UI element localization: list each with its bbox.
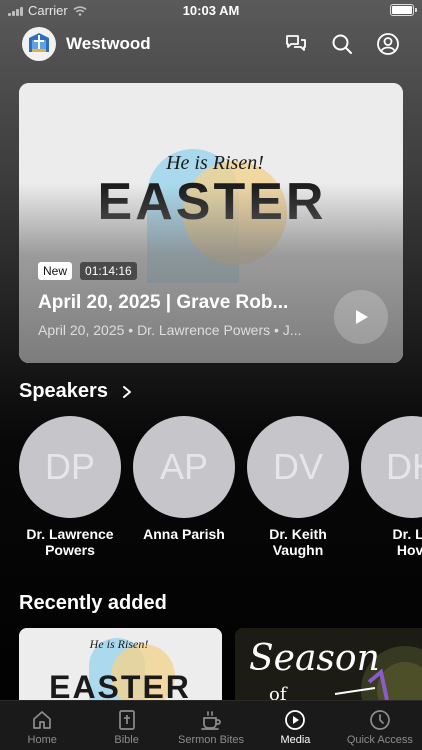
speaker-name: Dr. Lawrence Powers — [26, 526, 114, 558]
speaker-avatar: DV — [247, 416, 349, 518]
tab-quick-access[interactable]: Quick Access — [338, 701, 422, 750]
app-header: Westwood — [22, 26, 400, 62]
church-name[interactable]: Westwood — [66, 34, 151, 54]
speaker-item[interactable]: DH Dr. La Hovi — [361, 416, 422, 558]
recent-card-script: He is Risen! — [89, 637, 149, 651]
featured-sermon-card[interactable]: He is Risen! EASTER New 01:14:16 April 2… — [19, 83, 403, 363]
church-logo-icon — [29, 33, 49, 52]
profile-icon[interactable] — [376, 32, 400, 56]
tab-label: Media — [280, 734, 311, 746]
coffee-cup-icon — [201, 711, 221, 730]
duration-badge: 01:14:16 — [80, 262, 137, 280]
speaker-name: Dr. La Hovi — [392, 526, 422, 558]
recently-added-carousel[interactable]: He is Risen! EASTER Season of — [19, 628, 422, 700]
speaker-item[interactable]: DV Dr. Keith Vaughn — [247, 416, 349, 558]
recent-card[interactable]: Season of — [235, 628, 422, 700]
chevron-right-icon — [122, 385, 131, 398]
hero-badges: New 01:14:16 — [38, 262, 137, 280]
chat-icon[interactable] — [284, 32, 308, 56]
speaker-name: Anna Parish — [143, 526, 225, 542]
tab-label: Home — [27, 734, 57, 746]
speaker-avatar: AP — [133, 416, 235, 518]
status-time: 10:03 AM — [182, 3, 240, 18]
speakers-carousel[interactable]: DP Dr. Lawrence Powers AP Anna Parish DV… — [19, 416, 422, 566]
speakers-heading: Speakers — [19, 380, 108, 402]
tab-bar: Home Bible Sermon Bites Media Quick Acce… — [0, 700, 422, 750]
tab-media[interactable]: Media — [253, 701, 337, 750]
battery-icon — [390, 4, 417, 16]
tab-label: Sermon Bites — [178, 734, 245, 746]
search-icon[interactable] — [330, 32, 354, 56]
tab-home[interactable]: Home — [0, 701, 84, 750]
speaker-avatar: DH — [361, 416, 422, 518]
speaker-item[interactable]: DP Dr. Lawrence Powers — [19, 416, 121, 558]
home-icon — [33, 711, 52, 729]
clock-icon — [369, 710, 390, 730]
speaker-avatar: DP — [19, 416, 121, 518]
tab-sermon-bites[interactable]: Sermon Bites — [169, 701, 253, 750]
tab-label: Bible — [114, 734, 139, 746]
header-actions — [284, 32, 400, 56]
play-button[interactable] — [334, 290, 388, 344]
tab-label: Quick Access — [346, 734, 413, 746]
status-bar: Carrier 10:03 AM — [0, 0, 422, 22]
speaker-name: Dr. Keith Vaughn — [269, 526, 327, 558]
sermon-meta: April 20, 2025 • Dr. Lawrence Powers • J… — [38, 322, 302, 338]
play-circle-icon — [285, 710, 306, 730]
play-icon — [356, 310, 368, 324]
recent-card[interactable]: He is Risen! EASTER — [19, 628, 222, 700]
new-badge: New — [38, 262, 73, 280]
recent-card-title: EASTER — [49, 669, 191, 700]
recent-card-script-2: Season — [249, 638, 380, 679]
season-thumbnail: Season of — [235, 628, 422, 700]
recent-card-subtitle: of — [269, 684, 288, 700]
recently-added-heading: Recently added — [19, 592, 167, 614]
recently-added-header: Recently added — [19, 592, 167, 615]
tab-bible[interactable]: Bible — [84, 701, 168, 750]
sermon-title: April 20, 2025 | Grave Rob... — [38, 292, 289, 313]
hero-art-script: He is Risen! — [165, 152, 264, 174]
church-logo[interactable] — [22, 27, 56, 61]
speaker-item[interactable]: AP Anna Parish — [133, 416, 235, 542]
easter-thumbnail: He is Risen! EASTER — [19, 628, 222, 700]
bible-icon — [118, 710, 135, 730]
speakers-header[interactable]: Speakers — [19, 380, 132, 403]
